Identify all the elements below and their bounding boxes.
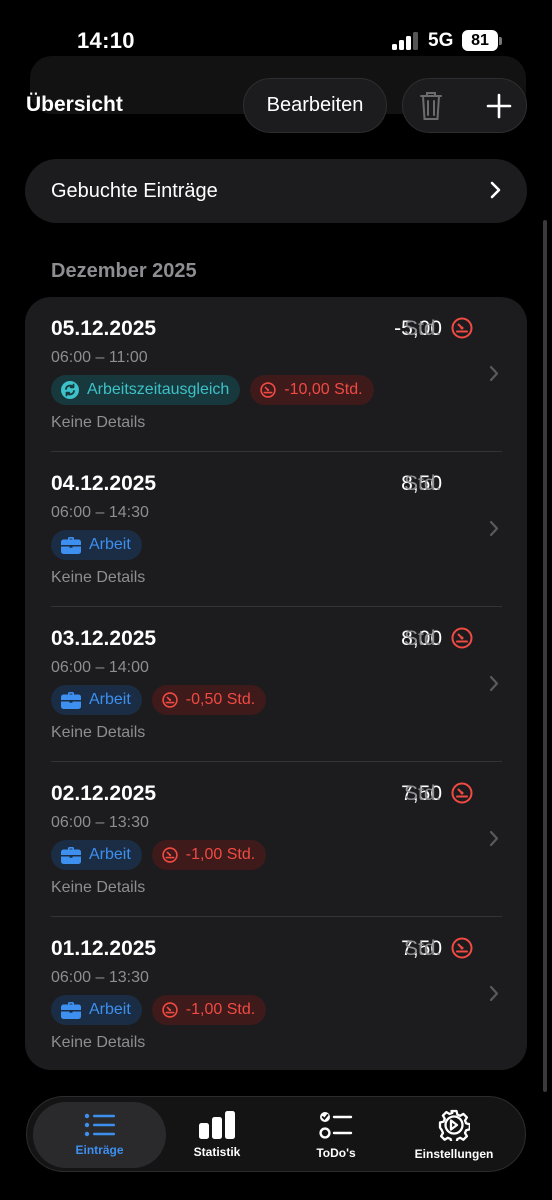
entry-row[interactable]: 04.12.2025 8,50 Std. 06:00 – 14:30 Arbeit Kei…	[25, 452, 527, 607]
entry-type-badge: Arbeit	[51, 685, 142, 715]
entry-date: 04.12.2025	[51, 472, 157, 495]
deviation-alert-icon	[451, 937, 473, 959]
entry-unit: Std.	[404, 317, 442, 340]
entry-time-range: 06:00 – 14:00	[51, 659, 149, 676]
deviation-alert-icon	[162, 1002, 178, 1018]
signal-icon	[392, 32, 420, 50]
entry-unit: Std.	[404, 627, 442, 650]
deviation-label: -1,00 Std.	[185, 846, 256, 863]
deviation-badge: -1,00 Std.	[151, 840, 267, 870]
checklist-icon	[319, 1112, 353, 1139]
edit-button[interactable]: Bearbeiten	[243, 78, 387, 133]
entry-time-range: 06:00 – 13:30	[51, 969, 149, 986]
briefcase-icon	[61, 691, 81, 709]
chevron-right-icon	[489, 830, 499, 847]
chevron-right-icon	[489, 365, 499, 382]
entry-badges: Arbeit -0,50 Std.	[51, 685, 267, 715]
briefcase-icon	[61, 846, 81, 864]
deviation-badge: -1,00 Std.	[151, 995, 267, 1025]
deviation-badge: -0,50 Std.	[151, 685, 267, 715]
status-time: 14:10	[77, 28, 135, 53]
booked-entries-label: Gebuchte Einträge	[51, 179, 218, 202]
entry-type-label: Arbeit	[89, 691, 131, 708]
deviation-alert-icon	[162, 847, 178, 863]
briefcase-icon	[61, 1001, 81, 1019]
entry-type-label: Arbeit	[89, 846, 131, 863]
deviation-badge: -10,00 Std.	[250, 375, 374, 405]
deviation-label: -10,00 Std.	[284, 381, 363, 398]
entry-badges: Arbeit -1,00 Std.	[51, 995, 267, 1025]
entry-badges: Arbeit -1,00 Std.	[51, 840, 267, 870]
sync-icon	[61, 381, 79, 399]
deviation-alert-icon	[451, 782, 473, 804]
network-label: 5G	[428, 30, 454, 51]
entry-details: Keine Details	[51, 1034, 146, 1051]
entry-unit: Std.	[404, 782, 442, 805]
list-icon	[84, 1113, 115, 1137]
tab-todos[interactable]: ToDo's	[277, 1097, 395, 1173]
entries-list: 05.12.2025 -5,00 Std. 06:00 – 11:00 Arbeitsz…	[25, 297, 527, 1070]
plus-icon[interactable]	[486, 93, 512, 119]
chevron-right-icon	[489, 520, 499, 537]
entry-unit: Std.	[404, 937, 442, 960]
tab-bar: Einträge Statistik ToDo's Einstellungen	[26, 1096, 526, 1172]
tab-label: ToDo's	[316, 1146, 356, 1160]
tab-settings[interactable]: Einstellungen	[395, 1097, 513, 1173]
scrollbar[interactable]	[543, 220, 547, 1092]
entry-badges: Arbeit	[51, 530, 142, 560]
entry-type-badge: Arbeitszeitausgleich	[51, 375, 241, 405]
battery-icon: 81	[462, 30, 498, 51]
entry-details: Keine Details	[51, 569, 146, 586]
page-title: Übersicht	[26, 93, 123, 116]
chevron-right-icon	[490, 181, 501, 199]
section-header: Dezember 2025	[51, 260, 197, 282]
entry-type-badge: Arbeit	[51, 840, 142, 870]
deviation-label: -0,50 Std.	[185, 691, 256, 708]
entry-date: 01.12.2025	[51, 937, 157, 960]
entry-details: Keine Details	[51, 414, 146, 431]
entry-type-badge: Arbeit	[51, 530, 142, 560]
trash-icon[interactable]	[419, 90, 443, 122]
entry-type-label: Arbeit	[89, 536, 131, 553]
battery-tip	[499, 37, 502, 45]
gear-icon	[438, 1109, 470, 1141]
entry-type-label: Arbeitszeitausgleich	[87, 381, 230, 398]
entry-time-range: 06:00 – 13:30	[51, 814, 149, 831]
tab-entries[interactable]: Einträge	[33, 1102, 166, 1168]
chevron-right-icon	[489, 675, 499, 692]
bar-chart-icon	[199, 1111, 235, 1139]
briefcase-icon	[61, 536, 81, 554]
entry-time-range: 06:00 – 11:00	[51, 349, 148, 366]
chevron-right-icon	[489, 985, 499, 1002]
deviation-alert-icon	[260, 382, 277, 398]
entry-details: Keine Details	[51, 724, 146, 741]
entry-type-badge: Arbeit	[51, 995, 142, 1025]
entry-row[interactable]: 02.12.2025 7,50 Std. 06:00 – 13:30 Arbeit -1,…	[25, 762, 527, 917]
entry-date: 03.12.2025	[51, 627, 157, 650]
entry-date: 02.12.2025	[51, 782, 157, 805]
tab-label: Statistik	[193, 1145, 241, 1159]
deviation-alert-icon	[162, 692, 178, 708]
tab-label: Einstellungen	[414, 1147, 494, 1161]
entry-date: 05.12.2025	[51, 317, 157, 340]
deviation-alert-icon	[451, 317, 473, 339]
tab-label: Einträge	[75, 1143, 124, 1157]
entry-row[interactable]: 03.12.2025 8,00 Std. 06:00 – 14:00 Arbeit -0,…	[25, 607, 527, 762]
booked-entries-row[interactable]: Gebuchte Einträge	[25, 159, 527, 223]
deviation-alert-icon	[451, 627, 473, 649]
deviation-label: -1,00 Std.	[185, 1001, 256, 1018]
entry-type-label: Arbeit	[89, 1001, 131, 1018]
tab-statistics[interactable]: Statistik	[157, 1097, 277, 1173]
action-button-group	[402, 78, 527, 133]
entry-row[interactable]: 05.12.2025 -5,00 Std. 06:00 – 11:00 Arbeitsz…	[25, 297, 527, 452]
entry-row[interactable]: 01.12.2025 7,50 Std. 06:00 – 13:30 Arbeit -1,…	[25, 917, 527, 1072]
entry-time-range: 06:00 – 14:30	[51, 504, 149, 521]
entry-unit: Std.	[404, 472, 442, 495]
entry-details: Keine Details	[51, 879, 146, 896]
entry-badges: Arbeitszeitausgleich -10,00 Std.	[51, 375, 374, 405]
